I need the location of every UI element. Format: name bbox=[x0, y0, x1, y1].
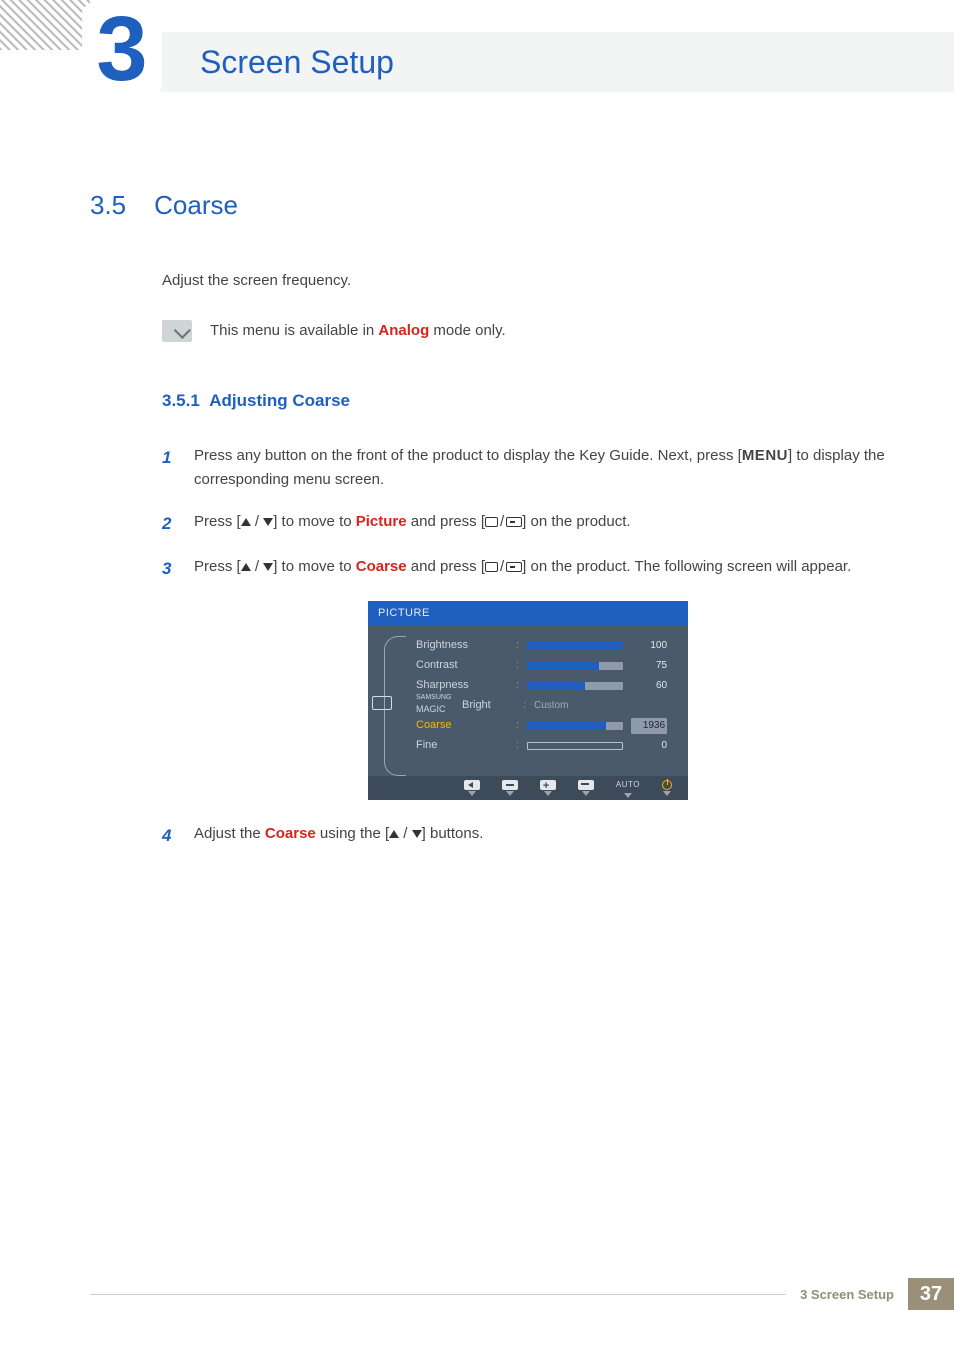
square-enter-icon: / bbox=[485, 555, 522, 579]
osd-power-button[interactable] bbox=[662, 780, 672, 796]
osd-row-coarse: Coarse: 1936 bbox=[416, 716, 674, 736]
osd-auto-button[interactable]: AUTO bbox=[616, 779, 640, 798]
section-title: Coarse bbox=[154, 190, 238, 221]
page-footer: 3 Screen Setup 37 bbox=[90, 1278, 954, 1310]
up-triangle-icon bbox=[389, 830, 399, 838]
section-heading: 3.5 Coarse bbox=[90, 190, 894, 221]
step-3: 3 Press [ / ] to move to Coarse and pres… bbox=[162, 555, 894, 582]
page-number: 37 bbox=[908, 1278, 954, 1310]
osd-plus-button[interactable] bbox=[540, 780, 556, 796]
osd-display-icon bbox=[372, 696, 392, 710]
down-triangle-icon bbox=[263, 563, 273, 571]
up-triangle-icon bbox=[241, 518, 251, 526]
osd-row-brightness: Brightness: 100 bbox=[416, 636, 674, 656]
step-2: 2 Press [ / ] to move to Picture and pre… bbox=[162, 510, 894, 537]
intro-text: Adjust the screen frequency. bbox=[162, 269, 894, 293]
osd-enter-button[interactable] bbox=[578, 780, 594, 796]
chapter-title: Screen Setup bbox=[200, 44, 394, 81]
chapter-title-bar: Screen Setup bbox=[90, 32, 954, 92]
menu-key-label: MENU bbox=[742, 447, 788, 464]
note-row: This menu is available in Analog mode on… bbox=[162, 319, 894, 343]
osd-minus-button[interactable] bbox=[502, 780, 518, 796]
step-1: 1 Press any button on the front of the p… bbox=[162, 444, 894, 492]
note-text: This menu is available in Analog mode on… bbox=[210, 319, 506, 343]
osd-screenshot: PICTURE Brightness: 100 Contrast: 75 bbox=[368, 601, 688, 801]
osd-row-contrast: Contrast: 75 bbox=[416, 656, 674, 676]
step-4: 4 Adjust the Coarse using the [ / ] butt… bbox=[162, 822, 894, 849]
subsection-heading: 3.5.1 Adjusting Coarse bbox=[162, 387, 894, 414]
down-triangle-icon bbox=[412, 830, 422, 838]
chapter-number: 3 bbox=[96, 3, 147, 95]
osd-footer: AUTO bbox=[368, 776, 688, 800]
square-enter-icon: / bbox=[485, 510, 522, 534]
up-triangle-icon bbox=[241, 563, 251, 571]
note-icon bbox=[162, 320, 192, 342]
steps-list: 1 Press any button on the front of the p… bbox=[162, 444, 894, 582]
down-triangle-icon bbox=[263, 518, 273, 526]
analog-label: Analog bbox=[378, 322, 429, 339]
power-icon bbox=[662, 780, 672, 790]
osd-title: PICTURE bbox=[368, 601, 688, 627]
chapter-number-badge: 3 bbox=[82, 4, 162, 94]
steps-list-cont: 4 Adjust the Coarse using the [ / ] butt… bbox=[162, 822, 894, 849]
footer-chapter-label: 3 Screen Setup bbox=[786, 1287, 908, 1302]
osd-row-magic-bright: SAMSUNGMAGIC Bright : Custom bbox=[416, 696, 674, 716]
footer-rule bbox=[90, 1294, 786, 1295]
osd-back-button[interactable] bbox=[464, 780, 480, 796]
section-number: 3.5 bbox=[90, 190, 126, 221]
osd-row-fine: Fine: 0 bbox=[416, 736, 674, 756]
corner-hatch bbox=[0, 0, 90, 50]
